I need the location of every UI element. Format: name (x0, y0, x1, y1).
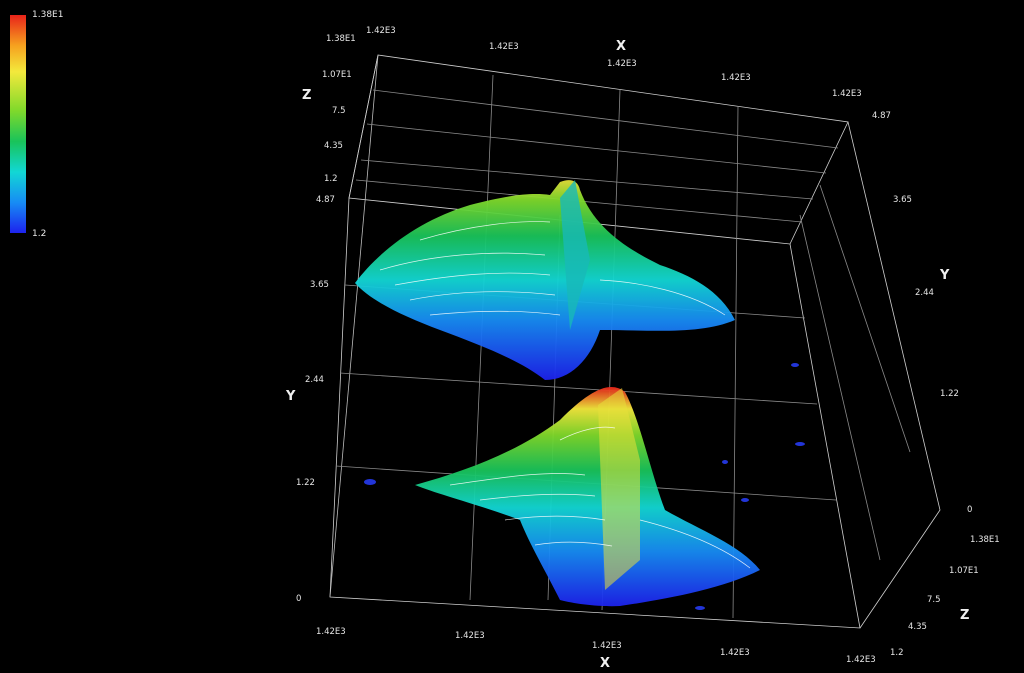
surface-peak-lower (415, 387, 760, 607)
y-left-tick: 0 (296, 594, 301, 604)
y-axis-title-right: Y (939, 268, 950, 283)
x-axis-title-bottom: X (600, 656, 610, 671)
x-top-tick: 1.42E3 (721, 73, 751, 83)
y-left-tick: 2.44 (305, 375, 324, 385)
z-right-tick: 1.38E1 (970, 535, 1000, 545)
y-right-tick: 4.87 (872, 111, 891, 121)
y-right-tick: 3.65 (893, 195, 912, 205)
x-bottom-tick: 1.42E3 (592, 641, 622, 651)
x-bottom-tick: 1.42E3 (316, 627, 346, 637)
x-top-tick: 1.42E3 (832, 89, 862, 99)
z-left-tick: 4.35 (324, 141, 343, 151)
surface-plot[interactable]: 1.42E3 1.42E3 1.42E3 1.42E3 1.42E3 1.42E… (0, 0, 1024, 673)
y-axis-title-left: Y (285, 389, 296, 404)
y-left-tick: 3.65 (310, 280, 329, 290)
y-left-tick: 4.87 (316, 195, 335, 205)
x-axis-title-top: X (616, 39, 626, 54)
y-right-tick: 0 (967, 505, 972, 515)
x-bottom-tick: 1.42E3 (846, 655, 876, 665)
x-top-tick: 1.42E3 (607, 59, 637, 69)
x-top-tick: 1.42E3 (366, 26, 396, 36)
z-right-tick: 7.5 (927, 595, 941, 605)
y-right-tick: 1.22 (940, 389, 959, 399)
y-left-tick: 1.22 (296, 478, 315, 488)
x-bottom-tick: 1.42E3 (455, 631, 485, 641)
z-right-tick: 4.35 (908, 622, 927, 632)
z-right-tick: 1.07E1 (949, 566, 979, 576)
y-right-tick: 2.44 (915, 288, 934, 298)
z-left-tick: 1.2 (324, 174, 338, 184)
z-left-tick: 7.5 (332, 106, 346, 116)
z-axis-title-right: Z (960, 608, 969, 623)
z-right-tick: 1.2 (890, 648, 904, 658)
z-left-tick: 1.38E1 (326, 34, 356, 44)
z-axis-title-left: Z (302, 88, 311, 103)
x-top-tick: 1.42E3 (489, 42, 519, 52)
x-bottom-tick: 1.42E3 (720, 648, 750, 658)
z-left-tick: 1.07E1 (322, 70, 352, 80)
